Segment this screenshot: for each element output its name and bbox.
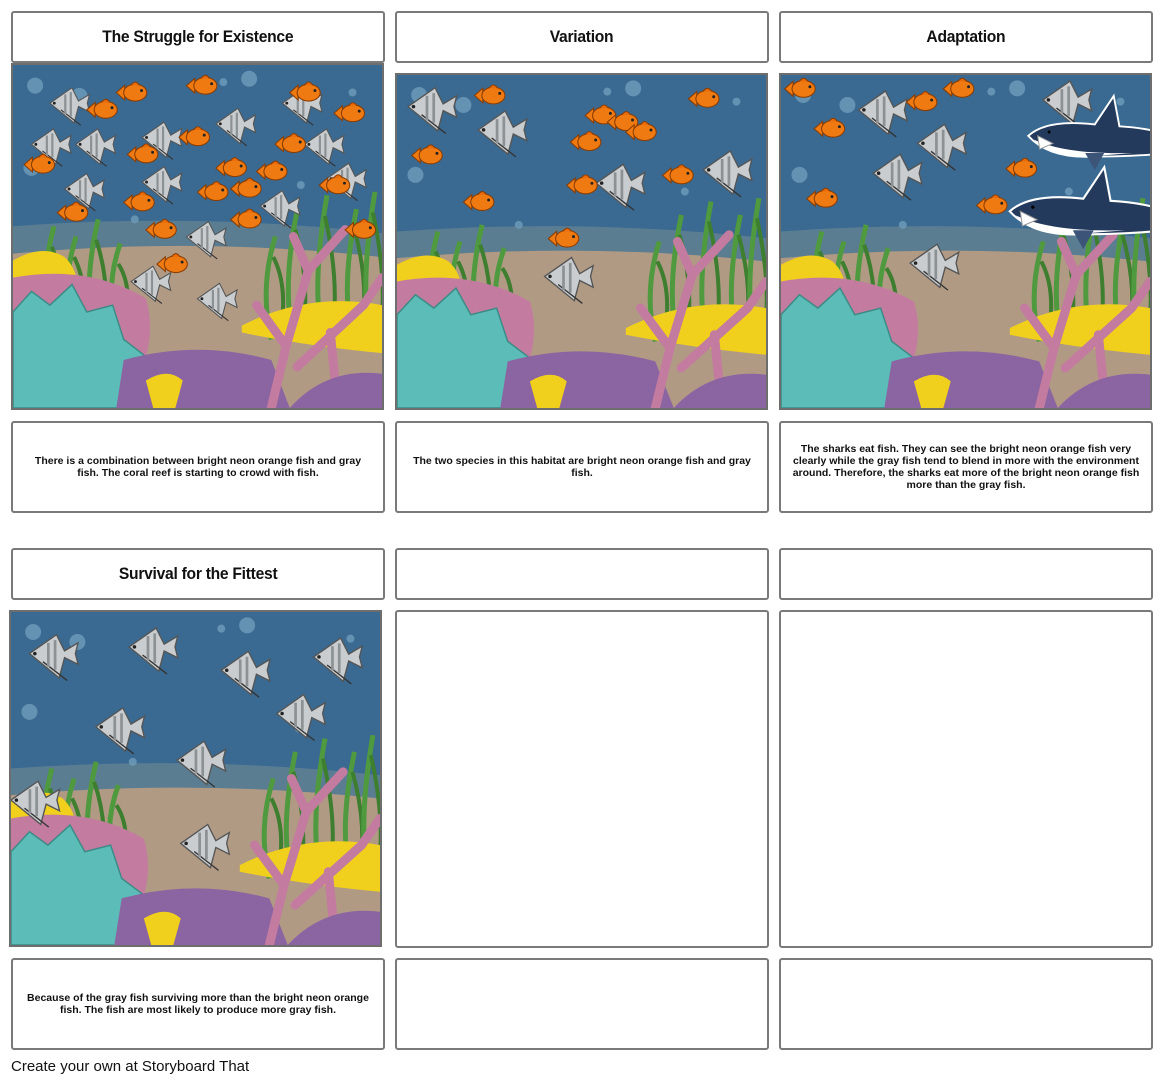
purple-coral bbox=[114, 888, 288, 945]
cell-4-title: Survival for the Fittest bbox=[118, 564, 278, 583]
bubble bbox=[1116, 97, 1125, 106]
cell-2-description-box[interactable]: The two species in this habitat are brig… bbox=[395, 421, 769, 513]
bubble bbox=[128, 757, 137, 766]
bubble bbox=[130, 215, 139, 224]
cell-4-title-box[interactable]: Survival for the Fittest bbox=[11, 548, 385, 600]
bubble bbox=[296, 181, 305, 190]
bubble bbox=[348, 88, 357, 97]
cell-4-scene[interactable] bbox=[9, 610, 382, 947]
cell-2-description: The two species in this habitat are brig… bbox=[413, 455, 751, 479]
cell-3-scene[interactable] bbox=[779, 73, 1152, 410]
bubble bbox=[455, 96, 472, 113]
cell-2-scene[interactable] bbox=[395, 73, 768, 410]
cell-5-title-box[interactable] bbox=[395, 548, 769, 600]
bubble bbox=[219, 78, 228, 87]
bubble bbox=[27, 77, 44, 94]
bubble bbox=[239, 617, 256, 634]
cell-6-description-box[interactable] bbox=[779, 958, 1153, 1050]
cell-3-description: The sharks eat fish. They can see the br… bbox=[792, 443, 1140, 491]
bubble bbox=[241, 70, 258, 87]
bubble bbox=[217, 624, 226, 633]
bubble bbox=[680, 187, 689, 196]
bubble bbox=[625, 80, 642, 97]
cell-1-title-box[interactable]: The Struggle for Existence bbox=[11, 11, 385, 63]
bubble bbox=[987, 87, 996, 96]
bubble bbox=[25, 623, 42, 640]
bubble bbox=[839, 96, 856, 113]
bubble bbox=[1009, 80, 1026, 97]
storyboard-that-credit-link[interactable]: Create your own at Storyboard That bbox=[11, 1058, 249, 1075]
cell-1-description-box[interactable]: There is a combination between bright ne… bbox=[11, 421, 385, 513]
cell-1-description: There is a combination between bright ne… bbox=[34, 455, 362, 479]
cell-3-title: Adaptation bbox=[926, 27, 1006, 46]
cell-4-description: Because of the gray fish surviving more … bbox=[27, 992, 369, 1016]
cell-4-description-box[interactable]: Because of the gray fish surviving more … bbox=[11, 958, 385, 1050]
bubble bbox=[346, 634, 355, 643]
bubble bbox=[407, 166, 424, 183]
cell-2-title-box[interactable]: Variation bbox=[395, 11, 769, 63]
purple-coral bbox=[500, 351, 674, 408]
purple-coral bbox=[116, 349, 290, 408]
cell-5-description-box[interactable] bbox=[395, 958, 769, 1050]
cell-2-title: Variation bbox=[550, 27, 614, 46]
bubble bbox=[1064, 187, 1073, 196]
bubble bbox=[21, 703, 38, 720]
bubble bbox=[898, 220, 907, 229]
bubble bbox=[732, 97, 741, 106]
cell-6-title-box[interactable] bbox=[779, 548, 1153, 600]
cell-5-scene-empty[interactable] bbox=[395, 610, 769, 948]
purple-coral bbox=[884, 351, 1058, 408]
cell-1-title: The Struggle for Existence bbox=[102, 27, 294, 46]
cell-3-description-box[interactable]: The sharks eat fish. They can see the br… bbox=[779, 421, 1153, 513]
cell-6-scene-empty[interactable] bbox=[779, 610, 1153, 948]
bubble bbox=[603, 87, 612, 96]
bubble bbox=[791, 166, 808, 183]
cell-1-scene[interactable] bbox=[11, 63, 384, 410]
cell-3-title-box[interactable]: Adaptation bbox=[779, 11, 1153, 63]
bubble bbox=[514, 220, 523, 229]
